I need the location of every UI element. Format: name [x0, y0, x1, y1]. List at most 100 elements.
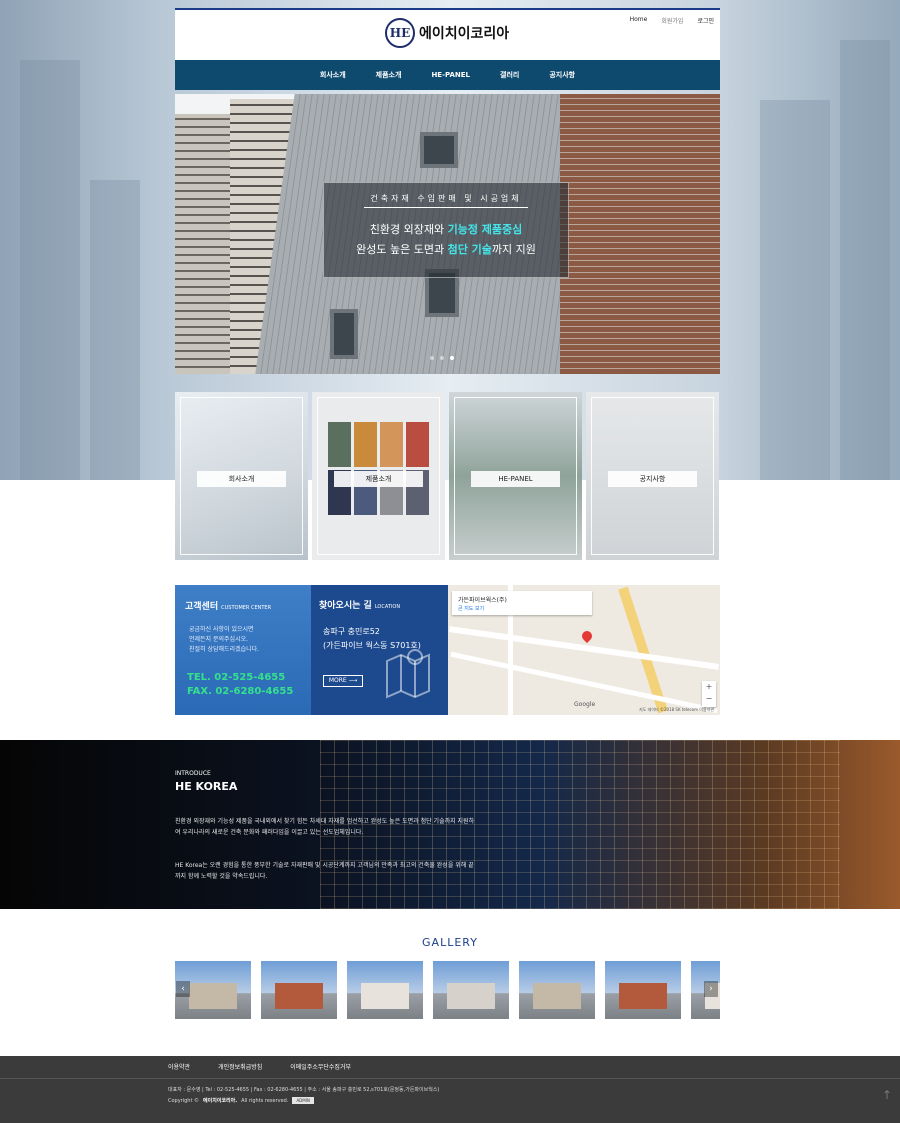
copyright-brand: 에이치이코리아.	[203, 1098, 238, 1104]
title-text: 찾아오시는 길	[319, 601, 372, 611]
customer-center-box: 고객센터 CUSTOMER CENTER 궁금하신 사항이 있으시면 언제든지 문…	[175, 585, 311, 715]
footer-link-email-policy[interactable]: 이메일주소무단수집거부	[290, 1062, 351, 1071]
slider-dot[interactable]	[430, 356, 434, 360]
utility-links: Home 회원가입 로그인	[630, 16, 714, 25]
util-link-join[interactable]: 회원가입	[661, 16, 683, 25]
gallery-thumb	[447, 983, 495, 1009]
tile-he-panel[interactable]: HE-PANEL	[449, 392, 582, 560]
slider-dot-active[interactable]	[450, 356, 454, 360]
hero-headline-1: 친환경 외장재와 기능정 제품중심	[324, 221, 568, 237]
hero-divider	[364, 207, 528, 208]
tile-products[interactable]: 제품소개	[312, 392, 445, 560]
location-box: 찾아오시는 길 LOCATION 송파구 충민로52 (가든파이브 웍스동 S70…	[311, 585, 448, 715]
slider-dot[interactable]	[440, 356, 444, 360]
text-line: 언제든지 문의주십시오.	[189, 636, 249, 643]
nav-item-he-panel[interactable]: HE-PANEL	[431, 71, 470, 79]
gallery-thumb	[189, 983, 237, 1009]
gallery-thumb	[533, 983, 581, 1009]
intro-paragraph-1: 친환경 외장재와 기능성 제품을 국내외에서 찾기 힘든 차세대 자재를 엄선하…	[175, 818, 475, 836]
quick-link-tiles: 회사소개 제품소개 HE-PANEL 공지사항	[175, 392, 720, 560]
text-line: 궁금하신 사항이 있으시면	[189, 626, 254, 633]
tile-notice[interactable]: 공지사항	[586, 392, 719, 560]
util-link-home[interactable]: Home	[630, 16, 648, 25]
hero-slider: 건축자재 수입판매 및 시공업체 친환경 외장재와 기능정 제품중심 완성도 높…	[175, 94, 720, 374]
nav-item-gallery[interactable]: 갤러리	[500, 70, 519, 80]
hero-headline-2: 완성도 높은 도면과 첨단 기술까지 지원	[324, 241, 568, 257]
hero-text: 까지 지원	[491, 243, 536, 256]
footer-copyright: Copyright © 에이치이코리아. All rights reserved…	[168, 1097, 314, 1104]
site-logo[interactable]: HE 에이치이코리아	[385, 18, 509, 48]
footer-link-terms[interactable]: 이용약관	[168, 1062, 190, 1071]
map-fold-icon	[386, 649, 430, 699]
customer-center-title: 고객센터 CUSTOMER CENTER	[185, 599, 271, 612]
copyright-text: Copyright ©	[168, 1097, 200, 1104]
hero-kicker: 건축자재 수입판매 및 시공업체	[370, 194, 522, 203]
hero-highlight: 첨단 기술	[447, 243, 492, 256]
info-row: 고객센터 CUSTOMER CENTER 궁금하신 사항이 있으시면 언제든지 문…	[175, 585, 720, 715]
gallery-next-arrow-icon[interactable]: ›	[704, 981, 718, 997]
gallery-title: GALLERY	[422, 936, 478, 949]
tile-label: 회사소개	[197, 471, 286, 487]
footer-link-privacy[interactable]: 개인정보취급방침	[218, 1062, 262, 1071]
customer-center-text: 궁금하신 사항이 있으시면 언제든지 문의주십시오. 친절히 상담해드리겠습니다…	[189, 625, 259, 655]
tile-label: HE-PANEL	[471, 471, 560, 487]
intro-title: HE KOREA	[175, 780, 238, 793]
subtitle-text: CUSTOMER CENTER	[221, 605, 272, 611]
hero-highlight: 기능정 제품중심	[447, 223, 523, 236]
admin-button[interactable]: ADMIN	[292, 1097, 314, 1104]
embedded-map[interactable]: 가든파이브웍스(주) 큰 지도 보기 + − Google 지도 데이터 ©201…	[448, 585, 720, 715]
nav-item-company[interactable]: 회사소개	[320, 70, 346, 80]
tile-company[interactable]: 회사소개	[175, 392, 308, 560]
map-place-card[interactable]: 가든파이브웍스(주) 큰 지도 보기	[452, 591, 592, 615]
site-footer: 이용약관 개인정보취급방침 이메일주소무단수집거부 대표자 : 문수영 | Te…	[0, 1056, 900, 1123]
tile-label: 공지사항	[608, 471, 697, 487]
footer-company-info: 대표자 : 문수영 | Tel : 02-525-4655 | Fax : 02…	[168, 1087, 440, 1093]
copyright-text: All rights reserved.	[241, 1097, 289, 1104]
map-copyright: 지도 데이터 ©2018 SK telecom 이용약관	[639, 707, 714, 712]
nav-item-products[interactable]: 제품소개	[376, 70, 402, 80]
intro-kicker: INTRODUCE	[175, 770, 211, 777]
intro-paragraph-2: HE Korea는 오랜 경험을 통한 풍부한 기술로 자재판매 및 시공단계까…	[175, 862, 474, 880]
address-line: 송파구 충민로52	[323, 627, 380, 636]
hero-text: 완성도 높은 도면과	[356, 243, 448, 256]
gallery-thumb	[619, 983, 667, 1009]
hero-brick-wall	[560, 94, 720, 374]
brand-name: 에이치이코리아	[419, 26, 510, 42]
hero-caption-box: 건축자재 수입판매 및 시공업체 친환경 외장재와 기능정 제품중심 완성도 높…	[323, 182, 569, 278]
title-text: 고객센터	[185, 602, 219, 612]
contact-numbers: TEL. 02-525-4655 FAX. 02-6280-4655	[187, 671, 293, 699]
gallery-prev-arrow-icon[interactable]: ‹	[176, 981, 190, 997]
map-zoom-control[interactable]: + −	[702, 681, 716, 707]
gallery-item[interactable]	[347, 961, 423, 1019]
subtitle-text: LOCATION	[374, 604, 401, 610]
gallery-item[interactable]	[605, 961, 681, 1019]
map-pin-icon[interactable]	[579, 628, 595, 644]
slider-dots	[430, 356, 454, 360]
more-button[interactable]: MORE ⟶	[323, 675, 363, 687]
site-header: HE 에이치이코리아 Home 회원가입 로그인	[175, 8, 720, 60]
map-view-larger-link[interactable]: 큰 지도 보기	[458, 605, 484, 612]
text-line: 친절히 상담해드리겠습니다.	[189, 646, 260, 653]
gallery-thumb	[361, 983, 409, 1009]
google-logo: Google	[574, 701, 596, 708]
hero-window	[330, 309, 358, 359]
map-place-name: 가든파이브웍스(주)	[458, 597, 507, 604]
top-arrow-icon[interactable]: ↑	[880, 1088, 894, 1108]
tel-number: TEL. 02-525-4655	[187, 672, 286, 683]
gallery-item[interactable]	[519, 961, 595, 1019]
gallery-item[interactable]	[261, 961, 337, 1019]
fax-number: FAX. 02-6280-4655	[187, 686, 294, 697]
main-nav: 회사소개 제품소개 HE-PANEL 갤러리 공지사항	[175, 60, 720, 90]
footer-divider	[0, 1078, 900, 1079]
nav-item-notice[interactable]: 공지사항	[549, 70, 575, 80]
gallery-item[interactable]	[433, 961, 509, 1019]
location-title: 찾아오시는 길 LOCATION	[319, 598, 400, 611]
gallery-thumb	[275, 983, 323, 1009]
hero-window	[420, 132, 458, 168]
logo-mark-icon: HE	[385, 18, 415, 48]
gallery-carousel	[175, 961, 720, 1019]
tile-label: 제품소개	[334, 471, 423, 487]
hero-text: 친환경 외장재와	[369, 223, 448, 236]
intro-section: INTRODUCE HE KOREA 친환경 외장재와 기능성 제품을 국내외에…	[0, 740, 900, 909]
util-link-login[interactable]: 로그인	[697, 16, 714, 25]
